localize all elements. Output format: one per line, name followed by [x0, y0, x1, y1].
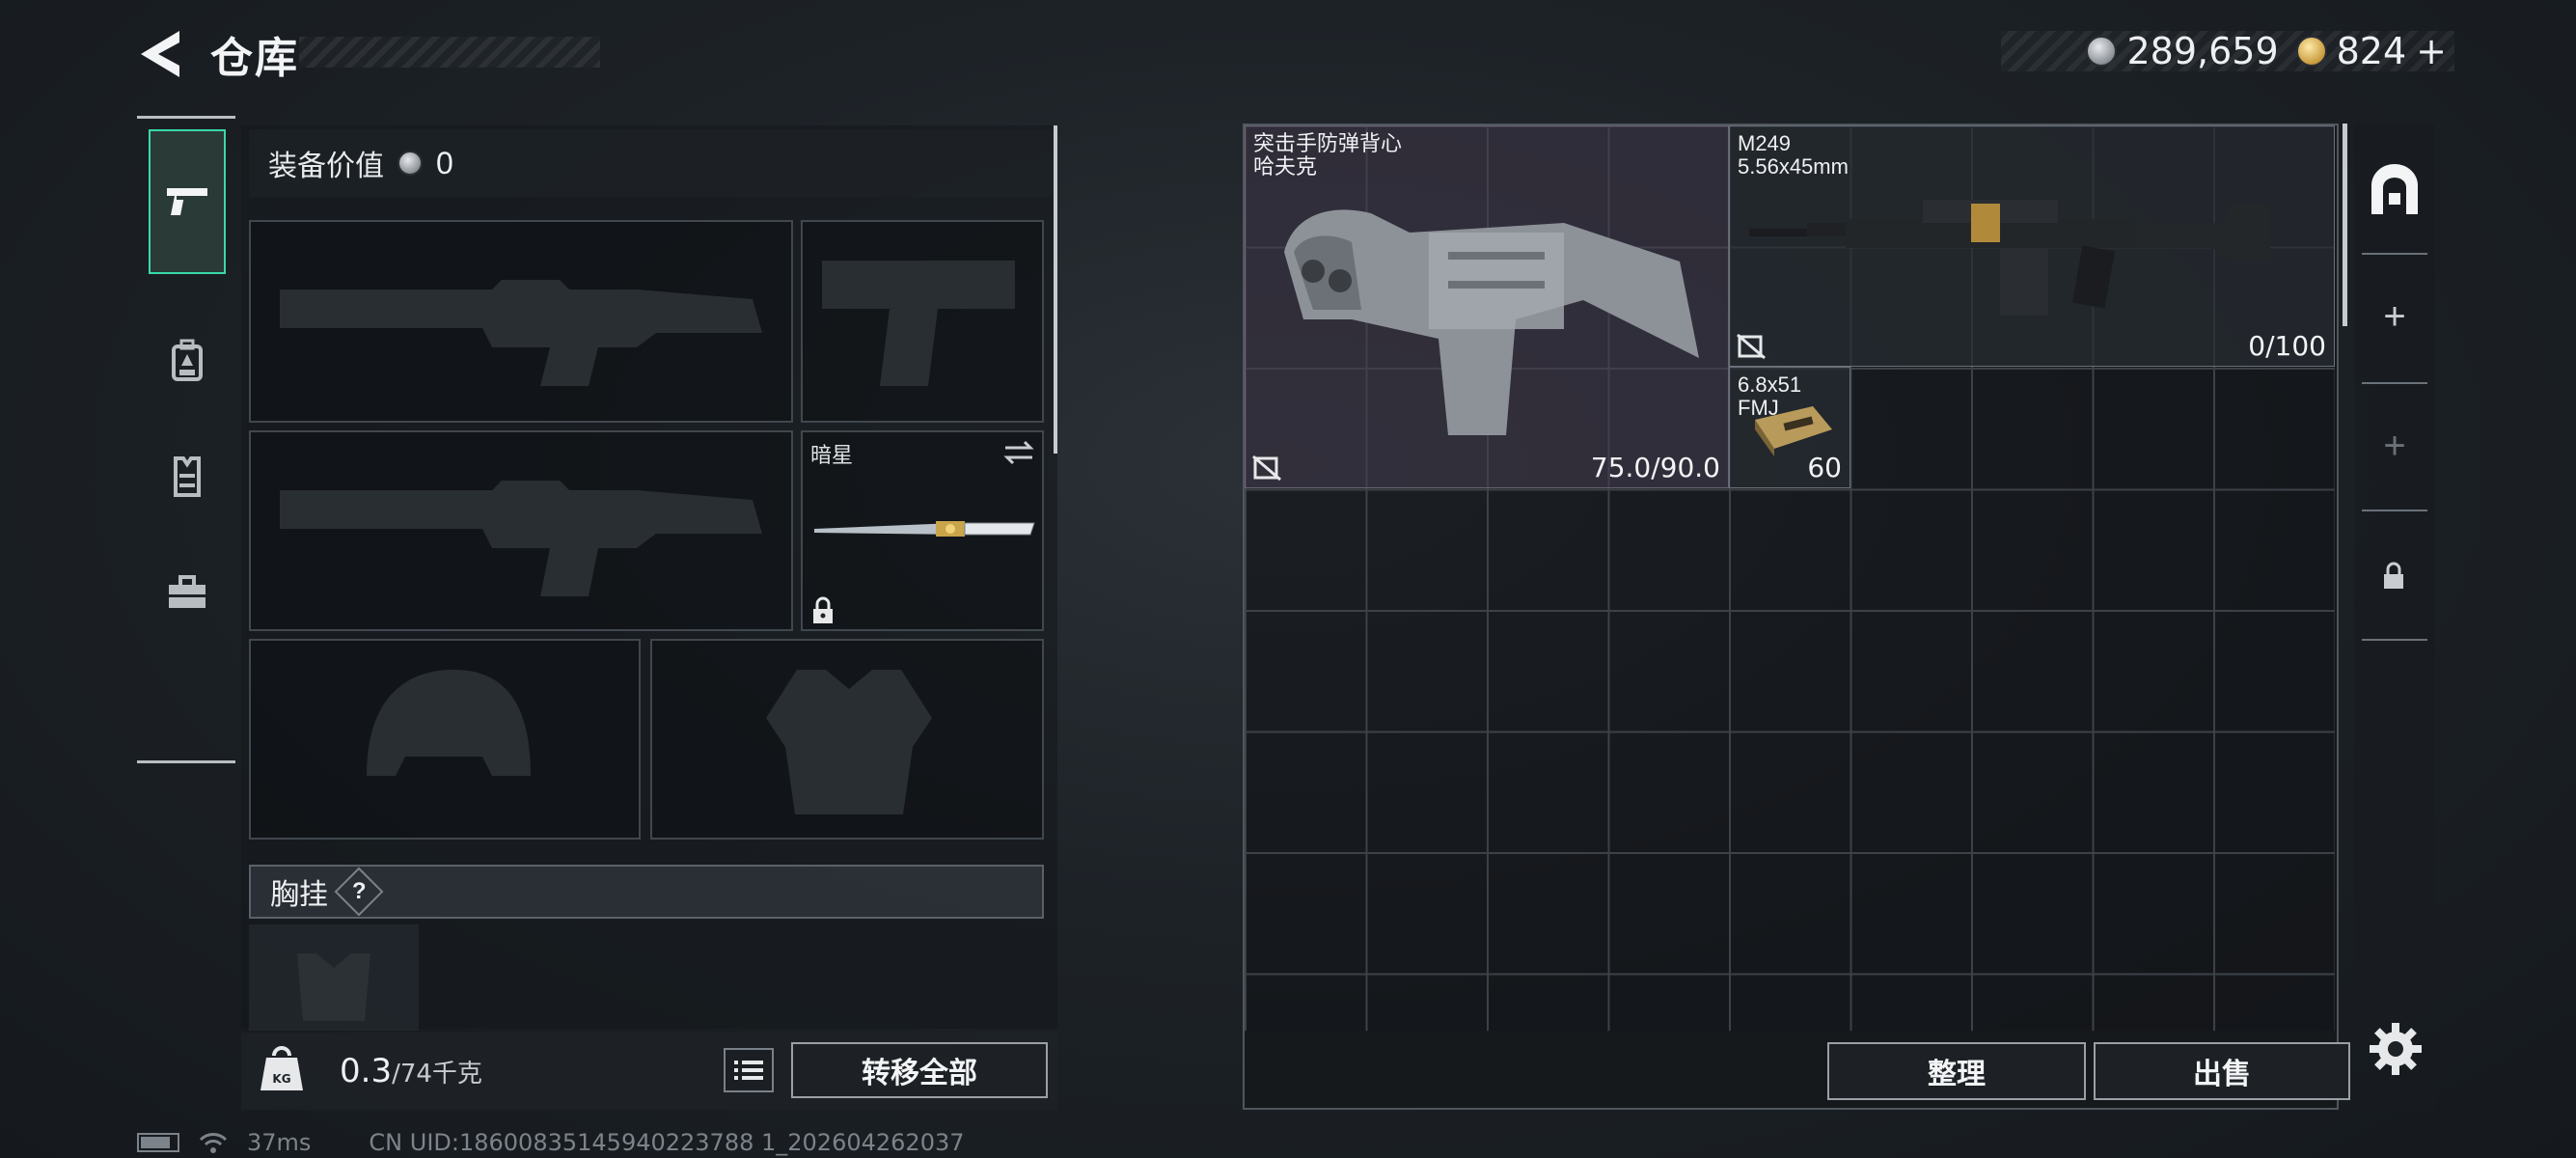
- page-divider: [2362, 382, 2427, 384]
- gold-currency[interactable]: 824 +: [2295, 30, 2447, 72]
- status-bar: 37ms CN UID:18600835145940223788 1_20260…: [137, 1129, 965, 1156]
- armor-silhouette-icon: [766, 670, 932, 814]
- knife-item-icon: [814, 521, 1035, 537]
- tab-tools[interactable]: [149, 554, 226, 631]
- chest-rig-label: 胸挂: [270, 879, 328, 911]
- title-stripe-decoration: [299, 37, 600, 68]
- toolbox-icon: [169, 575, 206, 608]
- currency-bar: 289,659 824 +: [2001, 30, 2454, 72]
- silver-coin-icon: [397, 151, 423, 176]
- battery-icon: [137, 1133, 179, 1152]
- chest-rig-silhouette-icon: [297, 953, 370, 1021]
- chest-rig-header: 胸挂 ?: [249, 865, 1044, 919]
- stash-item-vest[interactable]: 突击手防弹背心 哈夫克 75.0/90.0: [1245, 125, 1729, 488]
- silver-coin-icon: [2086, 36, 2118, 67]
- helmet-slot[interactable]: [249, 639, 641, 840]
- rifle-silhouette-icon: [280, 481, 762, 596]
- help-button[interactable]: ?: [334, 867, 384, 917]
- sort-button[interactable]: 整理: [1827, 1042, 2086, 1100]
- add-page-button-1[interactable]: +: [2375, 297, 2414, 336]
- sidebar-bottom-divider: [137, 760, 235, 763]
- user-id: CN UID:18600835145940223788 1_2026042620…: [369, 1129, 965, 1156]
- stash-item-m249[interactable]: M249 5.56x45mm 0/100: [1729, 125, 2335, 367]
- silver-currency: 289,659: [2086, 30, 2279, 72]
- stash-pages-bar: [2354, 124, 2435, 1110]
- body-armor-slot[interactable]: [650, 639, 1044, 840]
- stash-scrollbar[interactable]: [2343, 124, 2347, 326]
- item-name: 突击手防弹背心 哈夫克: [1253, 131, 1403, 179]
- pistol-silhouette-icon: [822, 261, 1015, 386]
- ammo-count: 0/100: [2248, 330, 2326, 362]
- stash-home-icon[interactable]: [2366, 162, 2424, 216]
- machine-gun-image: [1749, 200, 2270, 316]
- melee-slot-name: 暗星: [810, 443, 854, 467]
- gear-icon[interactable]: [2368, 1021, 2424, 1077]
- helmet-silhouette-icon: [367, 670, 531, 776]
- weight-readout: 0.3/74千克: [340, 1052, 482, 1090]
- sell-button[interactable]: 出售: [2094, 1042, 2350, 1100]
- ping-value: 37ms: [247, 1129, 312, 1156]
- page-divider: [2362, 510, 2427, 511]
- equipment-value-label: 装备价值: [268, 151, 384, 182]
- no-insurance-icon: [1737, 333, 1766, 360]
- tab-armor[interactable]: [149, 438, 226, 515]
- durability-value: 75.0/90.0: [1590, 452, 1720, 483]
- gold-coin-icon: [2295, 36, 2327, 67]
- equipment-value-header: 装备价值 0: [249, 129, 1054, 197]
- tab-weapons[interactable]: [149, 129, 226, 274]
- chest-rig-slot[interactable]: [249, 924, 419, 1031]
- rifle-silhouette-icon: [280, 280, 762, 386]
- primary-weapon-slot-1[interactable]: [249, 220, 793, 423]
- backpack-icon: [172, 339, 203, 381]
- equipment-scrollbar[interactable]: [1054, 125, 1057, 454]
- add-currency-button[interactable]: +: [2416, 30, 2447, 72]
- back-arrow-icon[interactable]: [135, 27, 185, 81]
- pistol-slot[interactable]: [801, 220, 1044, 423]
- help-label: ?: [351, 877, 367, 904]
- weight-max: /74千克: [392, 1060, 482, 1089]
- weight-kg-icon: KG: [260, 1046, 303, 1090]
- silver-amount: 289,659: [2126, 30, 2279, 72]
- armor-vest-image: [1284, 209, 1699, 435]
- tab-backpack[interactable]: [149, 322, 226, 400]
- stack-count: 60: [1807, 452, 1842, 483]
- wifi-icon: [199, 1133, 228, 1153]
- sidebar: [137, 116, 237, 764]
- melee-slot[interactable]: 暗星: [801, 430, 1044, 631]
- pistol-icon: [167, 188, 207, 215]
- no-insurance-icon: [1252, 455, 1281, 482]
- stash-item-ammo[interactable]: 6.8x51 FMJ 60: [1729, 367, 1850, 488]
- weight-current: 0.3: [340, 1052, 393, 1090]
- equipment-value: 0: [436, 145, 453, 180]
- page-divider: [2362, 639, 2427, 641]
- page-title: 仓库: [210, 35, 299, 82]
- transfer-all-button[interactable]: 转移全部: [791, 1042, 1048, 1098]
- primary-weapon-slot-2[interactable]: [249, 430, 793, 631]
- svg-text:KG: KG: [272, 1072, 290, 1086]
- swap-icon[interactable]: [1001, 438, 1036, 467]
- page-divider: [2362, 253, 2427, 255]
- gold-amount: 824: [2336, 30, 2407, 72]
- ammo-box-image: [1755, 406, 1832, 456]
- list-view-button[interactable]: [724, 1048, 774, 1092]
- list-icon: [734, 1061, 763, 1080]
- lock-icon: [813, 596, 833, 623]
- vest-icon: [174, 456, 201, 497]
- lock-icon: [2384, 562, 2403, 589]
- add-page-button-2[interactable]: +: [2375, 427, 2414, 465]
